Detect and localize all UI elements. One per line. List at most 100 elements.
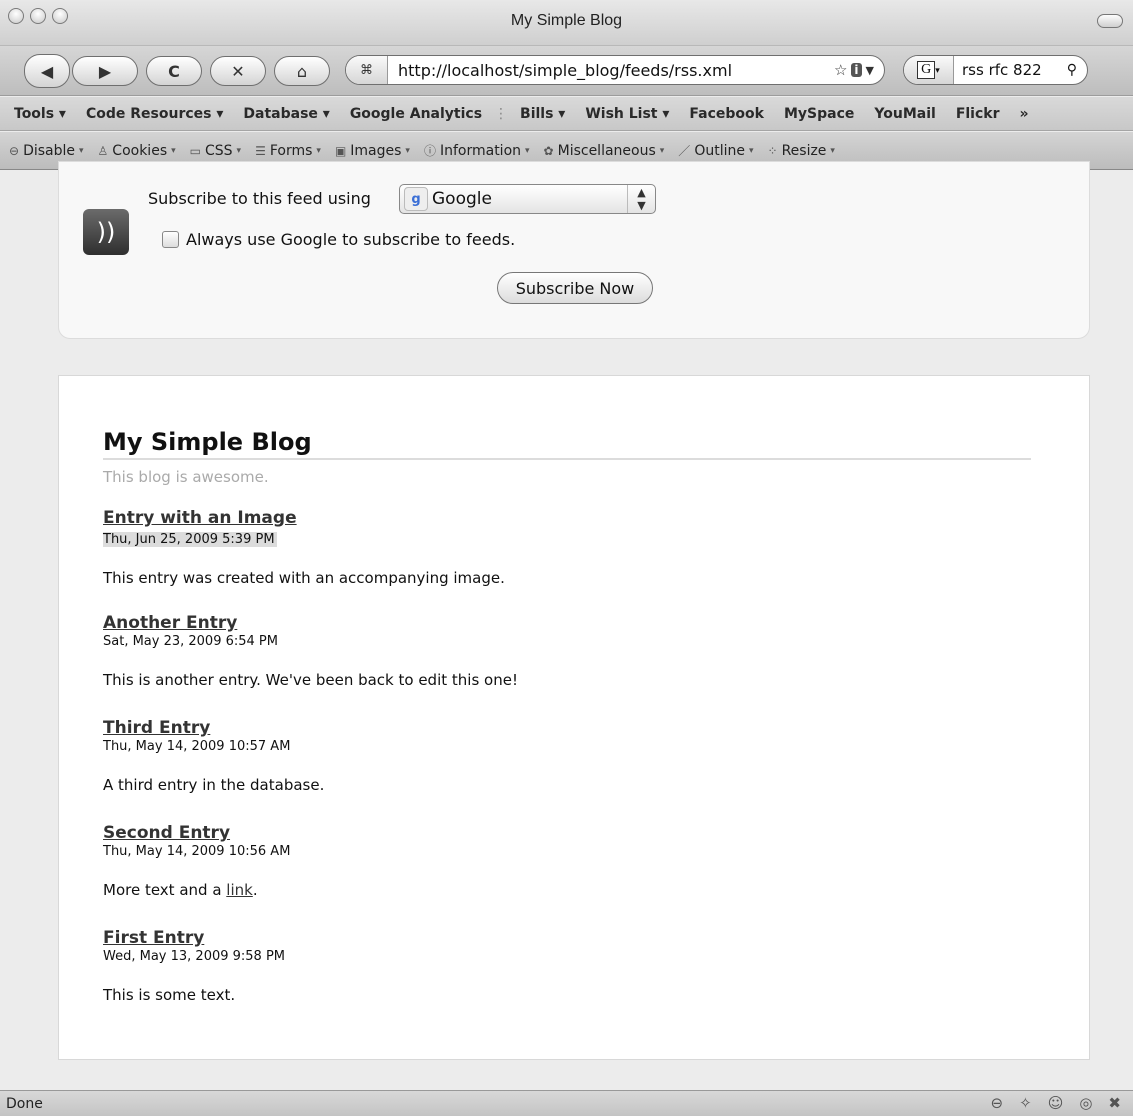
back-icon: ◀ xyxy=(40,61,54,81)
always-use-label: Always use Google to subscribe to feeds. xyxy=(186,230,516,249)
subscribe-label: Subscribe to this feed using xyxy=(148,189,371,208)
bookmark-separator: ⋮ xyxy=(494,105,509,122)
navigation-toolbar: ◀ ▶ C ✕ ⌂ ⌘ http://localhost/simple_blog… xyxy=(0,46,1133,96)
entry-date: Thu, May 14, 2009 10:56 AM xyxy=(103,844,291,859)
forms-icon: ☰ xyxy=(255,143,266,158)
block-status-icon[interactable]: ⊖ xyxy=(991,1094,1004,1112)
bookmarks-bar: Tools ▾ Code Resources ▾ Database ▾ Goog… xyxy=(0,97,1133,131)
bookmark-facebook[interactable]: Facebook xyxy=(679,106,774,122)
home-button[interactable]: ⌂ xyxy=(274,56,330,86)
dev-disable-menu[interactable]: ⊖ Disable ▾ xyxy=(2,143,91,159)
validator-status-icon[interactable]: ✖ xyxy=(1108,1094,1121,1112)
dev-information-menu[interactable]: ⓘ Information ▾ xyxy=(417,142,537,159)
bookmarks-overflow-button[interactable]: » xyxy=(1010,106,1039,122)
information-icon: ⓘ xyxy=(423,144,436,158)
entry-date: Thu, May 14, 2009 10:57 AM xyxy=(103,739,291,754)
forward-button[interactable]: ▶ xyxy=(72,56,138,86)
entry-body: This is another entry. We've been back t… xyxy=(103,671,518,689)
subscribe-now-button[interactable]: Subscribe Now xyxy=(497,272,653,304)
feed-entry: Entry with an Image Thu, Jun 25, 2009 5:… xyxy=(103,508,505,587)
entry-title-link[interactable]: Third Entry xyxy=(103,718,324,738)
disable-icon: ⊖ xyxy=(9,143,20,158)
bookmark-youmail[interactable]: YouMail xyxy=(864,106,945,122)
entry-body-link[interactable]: link xyxy=(226,881,253,899)
bookmark-database[interactable]: Database ▾ xyxy=(233,106,339,122)
search-bar[interactable]: G ▾ rss rfc 822 ⚲ xyxy=(903,55,1088,85)
feed-content: My Simple Blog This blog is awesome. Ent… xyxy=(58,375,1090,1060)
dev-images-menu[interactable]: ▣ Images ▾ xyxy=(328,143,417,159)
reload-button[interactable]: C xyxy=(146,56,202,86)
rss-feed-icon: )) xyxy=(83,209,129,255)
always-use-checkbox[interactable] xyxy=(162,231,179,248)
entry-body: This is some text. xyxy=(103,986,236,1004)
dev-forms-menu[interactable]: ☰ Forms ▾ xyxy=(248,143,328,159)
search-engine-button[interactable]: G ▾ xyxy=(904,56,954,84)
stop-icon: ✕ xyxy=(231,61,245,81)
feed-entry: Another Entry Sat, May 23, 2009 6:54 PM … xyxy=(103,613,518,689)
miscellaneous-icon: ✿ xyxy=(543,143,554,158)
plugin-status-icon[interactable]: ✧ xyxy=(1019,1094,1032,1112)
url-text[interactable]: http://localhost/simple_blog/feeds/rss.x… xyxy=(388,61,834,80)
status-text: Done xyxy=(6,1095,43,1112)
bookmark-star-icon[interactable]: ☆ xyxy=(834,61,847,79)
entry-body-suffix: . xyxy=(252,881,258,899)
outline-icon: ／ xyxy=(678,144,691,158)
entry-title-link[interactable]: Entry with an Image xyxy=(103,508,505,528)
info-icon[interactable]: i xyxy=(851,63,862,77)
dev-resize-menu[interactable]: ⁘ Resize ▾ xyxy=(761,143,842,159)
css-icon: ▭ xyxy=(189,143,201,158)
bookmark-myspace[interactable]: MySpace xyxy=(774,106,864,122)
entry-title-link[interactable]: Another Entry xyxy=(103,613,518,633)
url-bar[interactable]: ⌘ http://localhost/simple_blog/feeds/rss… xyxy=(345,55,885,85)
entry-date: Thu, Jun 25, 2009 5:39 PM xyxy=(103,532,277,547)
bookmark-wish-list[interactable]: Wish List ▾ xyxy=(575,106,679,122)
site-identity-icon[interactable]: ⌘ xyxy=(346,56,388,84)
back-button[interactable]: ◀ xyxy=(24,54,70,88)
window-title: My Simple Blog xyxy=(510,12,623,29)
entry-title-link[interactable]: Second Entry xyxy=(103,823,290,843)
bookmark-google-analytics[interactable]: Google Analytics xyxy=(340,106,492,122)
entry-body: A third entry in the database. xyxy=(103,776,325,794)
feed-reader-value: Google xyxy=(432,189,492,209)
dev-cookies-menu[interactable]: ♙ Cookies ▾ xyxy=(91,143,183,159)
search-input[interactable]: rss rfc 822 xyxy=(954,61,1067,79)
feed-entry: Third Entry Thu, May 14, 2009 10:57 AM A… xyxy=(103,718,324,794)
toolbar-toggle-button[interactable] xyxy=(1097,14,1123,28)
feed-entry: First Entry Wed, May 13, 2009 9:58 PM Th… xyxy=(103,928,285,1004)
dev-css-menu[interactable]: ▭ CSS ▾ xyxy=(183,143,248,159)
select-arrows-icon: ▲ ▼ xyxy=(627,185,655,213)
bookmark-bills[interactable]: Bills ▾ xyxy=(510,106,575,122)
cookies-icon: ♙ xyxy=(97,143,109,158)
window-titlebar: My Simple Blog xyxy=(0,0,1133,46)
status-bar: Done ⊖ ✧ ☺ ◎ ✖ xyxy=(0,1090,1133,1116)
bookmark-flickr[interactable]: Flickr xyxy=(946,106,1010,122)
dev-outline-menu[interactable]: ／ Outline ▾ xyxy=(671,142,760,159)
entry-title-link[interactable]: First Entry xyxy=(103,928,285,948)
feed-subtitle: This blog is awesome. xyxy=(103,468,269,486)
images-icon: ▣ xyxy=(334,143,347,158)
magnifier-icon[interactable]: ⚲ xyxy=(1067,62,1087,78)
stop-button[interactable]: ✕ xyxy=(210,56,266,86)
yslow-status-icon[interactable]: ◎ xyxy=(1079,1094,1092,1112)
subscribe-panel: )) Subscribe to this feed using g Google… xyxy=(58,161,1090,339)
feed-entry: Second Entry Thu, May 14, 2009 10:56 AM … xyxy=(103,823,290,899)
home-icon: ⌂ xyxy=(296,61,308,81)
resize-icon: ⁘ xyxy=(767,143,778,158)
forward-icon: ▶ xyxy=(98,61,112,81)
entry-date: Sat, May 23, 2009 6:54 PM xyxy=(103,634,278,649)
reload-icon: C xyxy=(168,61,180,81)
feed-reader-select[interactable]: g Google ▲ ▼ xyxy=(399,184,656,214)
url-dropdown-icon[interactable]: ▼ xyxy=(866,64,874,77)
entry-date: Wed, May 13, 2009 9:58 PM xyxy=(103,949,286,964)
firebug-status-icon[interactable]: ☺ xyxy=(1048,1094,1064,1112)
dev-miscellaneous-menu[interactable]: ✿ Miscellaneous ▾ xyxy=(537,143,672,159)
bookmark-code-resources[interactable]: Code Resources ▾ xyxy=(76,106,233,122)
google-reader-icon: g xyxy=(404,187,428,211)
entry-body: More text and a link. xyxy=(103,881,290,899)
feed-title: My Simple Blog xyxy=(103,428,1031,460)
google-engine-icon: G xyxy=(917,61,936,79)
entry-body: This entry was created with an accompany… xyxy=(103,569,505,587)
entry-body-text: More text and a xyxy=(103,881,227,899)
bookmark-tools[interactable]: Tools ▾ xyxy=(4,106,76,122)
always-use-option[interactable]: Always use Google to subscribe to feeds. xyxy=(162,230,515,249)
